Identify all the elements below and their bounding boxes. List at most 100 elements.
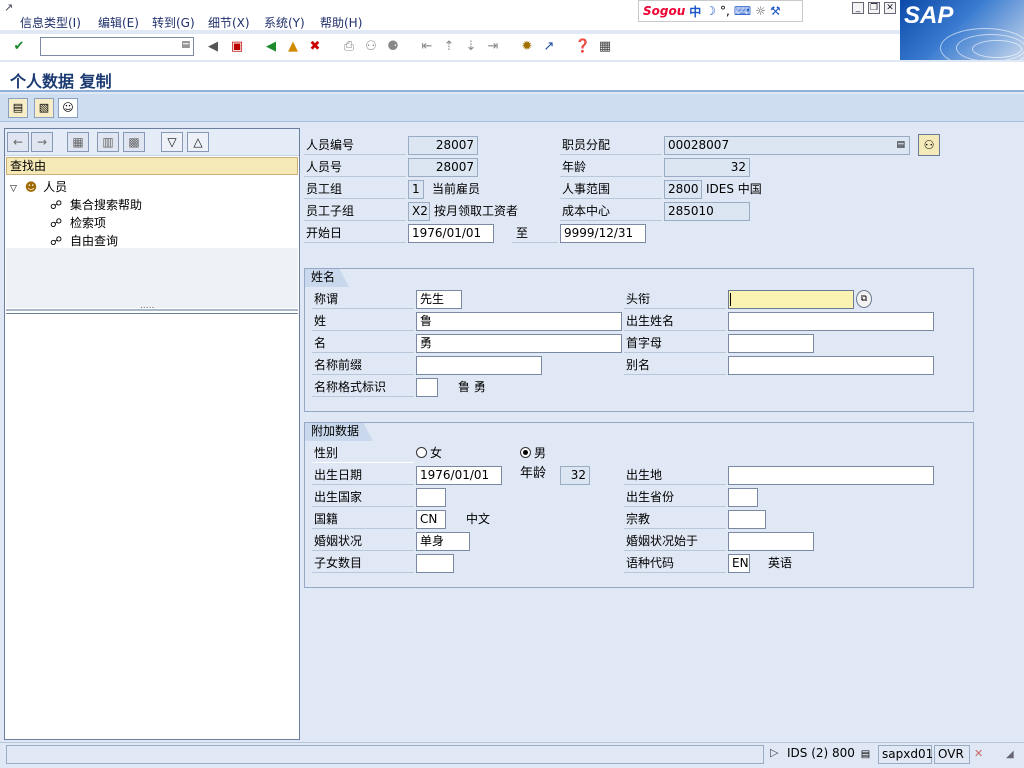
deselect-icon[interactable]: ▥ <box>97 132 119 152</box>
birthplace-field[interactable] <box>728 466 934 485</box>
panel-splitter[interactable] <box>6 309 298 311</box>
children-field[interactable] <box>416 554 454 573</box>
birth-name-field[interactable] <box>728 312 934 331</box>
wrench-icon[interactable]: ⚒ <box>770 4 781 18</box>
moon-icon[interactable]: ☽ <box>705 4 716 18</box>
system-list-icon[interactable]: ▤ <box>861 749 870 760</box>
help-icon[interactable]: ❓ <box>574 37 592 55</box>
collapse-icon[interactable]: △ <box>187 132 209 152</box>
command-field[interactable]: ▤ <box>40 37 194 56</box>
religion-field[interactable] <box>728 510 766 529</box>
eegroup-text: 当前雇员 <box>432 182 481 196</box>
menu-help[interactable]: 帮助(H) <box>320 14 362 31</box>
alias-field[interactable] <box>728 356 934 375</box>
cancel-icon[interactable]: ✖ <box>306 37 324 55</box>
last-name-field[interactable]: 鲁 <box>416 312 622 331</box>
title-field[interactable] <box>728 290 854 309</box>
restore-icon[interactable]: ❐ <box>868 2 880 14</box>
expand-icon[interactable]: ▽ <box>161 132 183 152</box>
alias-label: 别名 <box>624 356 726 375</box>
tree-expand-icon[interactable]: ▽ <box>10 184 17 194</box>
ime-punct[interactable]: °, <box>720 4 730 18</box>
first-name-field[interactable]: 勇 <box>416 334 622 353</box>
command-dropdown-icon[interactable]: ▤ <box>181 40 190 50</box>
radio-female-icon[interactable] <box>416 447 427 458</box>
salutation-field[interactable]: 先生 <box>416 290 462 309</box>
pernr-field: 28007 <box>408 136 478 155</box>
menu-details[interactable]: 细节(X) <box>208 14 250 31</box>
birth-country-field[interactable] <box>416 488 446 507</box>
keyboard-icon[interactable]: ⌨ <box>734 4 751 18</box>
ime-mode[interactable]: 中 <box>689 3 701 20</box>
assignment-field[interactable]: 00028007 ▤ <box>664 136 910 155</box>
resize-grip-icon[interactable]: ◢ <box>1006 749 1014 760</box>
cost-center-label: 成本中心 <box>560 202 662 221</box>
find-next-icon[interactable]: ⚈ <box>384 37 402 55</box>
gender-female-radio[interactable]: 女 <box>416 444 442 463</box>
marital-status-field[interactable]: 单身 <box>416 532 470 551</box>
new-session-icon[interactable]: ✹ <box>518 37 536 55</box>
assignment-value: 00028007 <box>668 138 730 152</box>
select-all-icon[interactable]: ▦ <box>67 132 89 152</box>
exit-icon[interactable]: ▲ <box>284 37 302 55</box>
close-icon[interactable]: ✕ <box>884 2 896 14</box>
tree-item-ad-hoc-query[interactable]: ☍ 自由查询 <box>50 232 118 248</box>
layout-menu-icon[interactable]: ▦ <box>596 37 614 55</box>
menu-edit[interactable]: 编辑(E) <box>98 14 139 31</box>
dob-field[interactable]: 1976/01/01 <box>416 466 502 485</box>
menu-system[interactable]: 系统(Y) <box>264 14 305 31</box>
tree-item-search-term[interactable]: ☍ 检索项 <box>50 214 106 230</box>
name-format-field[interactable] <box>416 378 438 397</box>
arrow-left-icon[interactable]: ← <box>7 132 29 152</box>
collapse-arrow-icon[interactable]: ◀ <box>204 37 222 55</box>
shortcut-icon[interactable]: ↗ <box>540 37 558 55</box>
person-photo-icon[interactable]: ☺ <box>58 98 78 118</box>
refresh-list-icon[interactable]: ▩ <box>123 132 145 152</box>
tree-item-collective-search[interactable]: ☍ 集合搜索帮助 <box>50 196 142 212</box>
previous-page-icon[interactable]: ⇡ <box>440 37 458 55</box>
marital-since-field[interactable] <box>728 532 814 551</box>
copy-record-icon[interactable]: ▧ <box>34 98 54 118</box>
tree-item-label: 集合搜索帮助 <box>69 198 142 212</box>
menu-goto[interactable]: 转到(G) <box>152 14 195 31</box>
minimize-icon[interactable]: _ <box>852 2 864 14</box>
value-help-icon[interactable]: ⧉ <box>856 290 872 308</box>
first-page-icon[interactable]: ⇤ <box>418 37 436 55</box>
system-menu-icon[interactable]: ↗ <box>4 1 18 15</box>
find-icon[interactable]: ⚇ <box>362 37 380 55</box>
back-icon[interactable]: ◀ <box>262 37 280 55</box>
tree-node-person[interactable]: ▽ ☻ 人员 <box>10 178 67 194</box>
radio-male-icon[interactable] <box>520 447 531 458</box>
text-cursor <box>730 293 731 306</box>
nationality-field[interactable]: CN <box>416 510 446 529</box>
end-date-field[interactable]: 9999/12/31 <box>560 224 646 243</box>
skin-icon[interactable]: ☼ <box>755 4 766 18</box>
save-icon[interactable]: ▣ <box>228 37 246 55</box>
assignment-dropdown-icon[interactable]: ▤ <box>896 137 905 154</box>
name-prefix-field[interactable] <box>416 356 542 375</box>
system-info[interactable]: IDS (2) 800 ▤ <box>784 745 876 764</box>
gender-male-radio[interactable]: 男 <box>520 444 546 463</box>
standard-toolbar: ✔ ▤ ◀ ▣ ◀ ▲ ✖ ⎙ ⚇ ⚈ ⇤ ⇡ ⇣ ⇥ ✹ ↗ ❓ ▦ <box>0 34 900 60</box>
menu-infotype[interactable]: 信息类型(I) <box>20 14 81 31</box>
status-message-area[interactable] <box>6 745 764 764</box>
initials-label: 首字母 <box>624 334 726 353</box>
ime-toolbar[interactable]: Sogou 中 ☽ °, ⌨ ☼ ⚒ <box>638 0 803 22</box>
org-assignment-icon[interactable]: ⚇ <box>918 134 940 156</box>
pnum-label: 人员号 <box>304 158 406 177</box>
status-expand-icon[interactable]: ▷ <box>770 746 778 759</box>
next-page-icon[interactable]: ⇣ <box>462 37 480 55</box>
last-page-icon[interactable]: ⇥ <box>484 37 502 55</box>
org-structure-icon[interactable]: ▤ <box>8 98 28 118</box>
arrow-right-icon[interactable]: → <box>31 132 53 152</box>
insert-mode-cell[interactable]: OVR <box>934 745 970 764</box>
enter-check-icon[interactable]: ✔ <box>10 37 28 55</box>
initials-field[interactable] <box>728 334 814 353</box>
formatted-name-preview: 鲁 勇 <box>458 380 486 394</box>
search-tree: ▽ ☻ 人员 ☍ 集合搜索帮助 ☍ 检索项 ☍ 自由查询 <box>6 176 298 308</box>
language-field[interactable]: EN <box>728 554 750 573</box>
print-icon[interactable]: ⎙ <box>340 37 358 55</box>
birth-province-field[interactable] <box>728 488 758 507</box>
start-date-field[interactable]: 1976/01/01 <box>408 224 494 243</box>
nationality-label: 国籍 <box>312 510 414 529</box>
